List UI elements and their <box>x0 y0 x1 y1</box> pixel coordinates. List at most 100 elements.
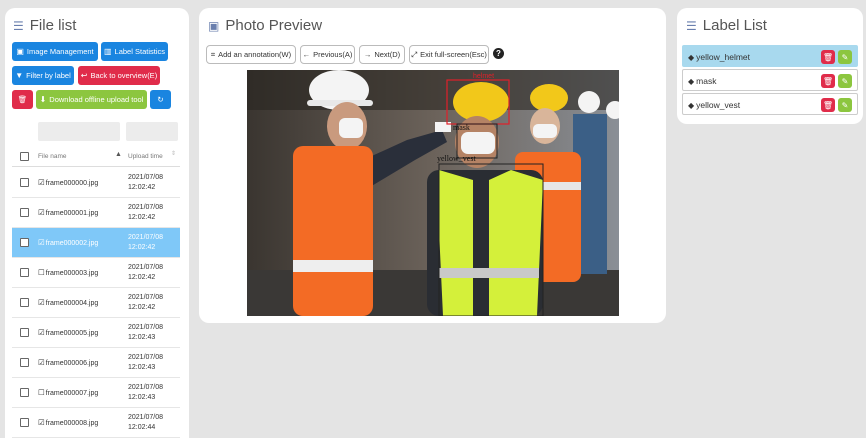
left-worker-vest <box>293 146 373 316</box>
unchecked-box-icon: ☐ <box>38 388 45 397</box>
row-checkbox[interactable] <box>20 208 29 217</box>
upload-clock-text: 12:02:42 <box>128 244 156 251</box>
back-to-overview-button[interactable]: ↩ Back to overview(E) <box>78 66 160 85</box>
file-name-cell: ☑frame000000.jpg <box>38 178 98 187</box>
upload-time-cell: 2021/07/08 12:02:42 <box>128 173 163 193</box>
upload-time-column-header[interactable]: Upload time <box>128 153 163 160</box>
label-statistics-label: Label Statistics <box>114 47 165 56</box>
refresh-icon: ↻ <box>157 95 164 104</box>
label-item[interactable]: ◆ yellow_helmet 🗑 ✎ <box>682 45 858 67</box>
delete-label-button[interactable]: 🗑 <box>821 74 835 88</box>
edit-label-button[interactable]: ✎ <box>838 50 852 64</box>
trash-icon: 🗑 <box>822 52 834 62</box>
delete-label-button[interactable]: 🗑 <box>821 98 835 112</box>
download-tool-label: Download offline upload tool <box>49 95 144 104</box>
row-checkbox[interactable] <box>20 388 29 397</box>
label-statistics-button[interactable]: ▥ Label Statistics <box>101 42 168 61</box>
edit-label-button[interactable]: ✎ <box>838 74 852 88</box>
exit-fullscreen-button[interactable]: ⤢ Exit full-screen(Esc) <box>409 45 489 64</box>
upload-date-text: 2021/07/08 <box>128 294 164 301</box>
label-item[interactable]: ◆ mask 🗑 ✎ <box>682 69 858 91</box>
center-worker-helmet <box>453 82 509 122</box>
help-icon[interactable]: ? <box>493 48 504 59</box>
row-checkbox[interactable] <box>20 178 29 187</box>
checked-box-icon: ☑ <box>38 328 45 337</box>
edit-label-button[interactable]: ✎ <box>838 98 852 112</box>
label-item[interactable]: ◆ yellow_vest 🗑 ✎ <box>682 93 858 115</box>
upload-time-cell: 2021/07/08 12:02:44 <box>128 413 163 433</box>
upload-clock-text: 12:02:42 <box>128 274 156 281</box>
pencil-icon: ✎ <box>841 76 849 86</box>
table-row[interactable]: ☑frame000008.jpg 2021/07/08 12:02:44 <box>12 408 180 438</box>
upload-clock-text: 12:02:42 <box>128 214 156 221</box>
mask-annotation-label: mask <box>453 123 470 132</box>
checked-box-icon: ☑ <box>38 418 45 427</box>
table-row[interactable]: ☑frame000002.jpg 2021/07/08 12:02:42 <box>12 228 180 258</box>
row-checkbox[interactable] <box>20 358 29 367</box>
tag-icon: ◆ <box>688 77 695 86</box>
previous-button[interactable]: ← Previous(A) <box>300 45 355 64</box>
table-row[interactable]: ☑frame000004.jpg 2021/07/08 12:02:42 <box>12 288 180 318</box>
upload-time-cell: 2021/07/08 12:02:43 <box>128 353 163 373</box>
table-row[interactable]: ☑frame000006.jpg 2021/07/08 12:02:43 <box>12 348 180 378</box>
sort-icon[interactable]: ⇕ <box>171 150 176 157</box>
vest-annotation-label: yellow_vest <box>437 154 476 163</box>
row-checkbox[interactable] <box>20 418 29 427</box>
add-annotation-button[interactable]: ⌗ Add an annotation(W) <box>206 45 296 64</box>
filter-by-label-button[interactable]: ▼ Filter by label <box>12 66 74 85</box>
checked-box-icon: ☑ <box>38 208 45 217</box>
crop-icon: ⌗ <box>210 49 216 59</box>
upload-clock-text: 12:02:44 <box>128 424 156 431</box>
pencil-icon: ✎ <box>841 100 849 110</box>
table-row[interactable]: ☐frame000003.jpg 2021/07/08 12:02:42 <box>12 258 180 288</box>
photo-canvas[interactable]: helmet mask yellow_vest <box>247 70 619 316</box>
delete-button[interactable]: 🗑 <box>12 90 33 109</box>
row-checkbox[interactable] <box>20 298 29 307</box>
file-name-cell: ☑frame000001.jpg <box>38 208 98 217</box>
upload-date-text: 2021/07/08 <box>128 354 164 361</box>
table-row[interactable]: ☐frame000007.jpg 2021/07/08 12:02:43 <box>12 378 180 408</box>
file-table-header: File name ▲ Upload time ⇕ <box>12 146 180 167</box>
file-name-text: frame000005.jpg <box>45 330 99 337</box>
trash-icon: 🗑 <box>17 95 28 104</box>
checked-box-icon: ☑ <box>38 238 45 247</box>
upload-clock-text: 12:02:42 <box>128 304 156 311</box>
download-icon: ⬇ <box>39 95 47 104</box>
filter-icon: ▼ <box>15 71 24 80</box>
row-checkbox[interactable] <box>20 268 29 277</box>
list-icon: ☰ <box>686 18 697 33</box>
file-name-text: frame000004.jpg <box>45 300 99 307</box>
table-row[interactable]: ☑frame000005.jpg 2021/07/08 12:02:43 <box>12 318 180 348</box>
previous-label: Previous(A) <box>313 50 353 59</box>
file-name-column-header[interactable]: File name <box>38 153 67 160</box>
image-management-button[interactable]: ▣ Image Management <box>12 42 98 61</box>
label-item-text: ◆ yellow_vest <box>688 100 740 110</box>
file-name-text: frame000007.jpg <box>45 390 99 397</box>
center-worker-yellow-vest <box>439 170 543 316</box>
upload-time-filter[interactable] <box>126 122 178 141</box>
trash-icon: 🗑 <box>822 76 834 86</box>
delete-label-button[interactable]: 🗑 <box>821 50 835 64</box>
upload-date-text: 2021/07/08 <box>128 264 164 271</box>
table-row[interactable]: ☑frame000000.jpg 2021/07/08 12:02:42 <box>12 168 180 198</box>
table-row[interactable]: ☑frame000001.jpg 2021/07/08 12:02:42 <box>12 198 180 228</box>
right-worker-helmet <box>530 84 568 112</box>
select-all-checkbox[interactable] <box>20 152 29 161</box>
row-checkbox[interactable] <box>20 238 29 247</box>
row-checkbox[interactable] <box>20 328 29 337</box>
tag-icon: ◆ <box>688 101 695 110</box>
next-button[interactable]: → Next(D) <box>359 45 405 64</box>
upload-time-cell: 2021/07/08 12:02:42 <box>128 293 163 313</box>
label-list-title-text: Label List <box>702 17 767 34</box>
vest-reflective-stripe <box>293 260 373 272</box>
refresh-button[interactable]: ↻ <box>150 90 171 109</box>
label-item-text: ◆ mask <box>688 76 716 86</box>
file-name-cell: ☐frame000007.jpg <box>38 388 98 397</box>
download-tool-button[interactable]: ⬇ Download offline upload tool <box>36 90 147 109</box>
arrow-left-icon: ← <box>302 50 311 59</box>
sort-icon[interactable]: ▲ <box>115 151 122 158</box>
arrow-right-icon: → <box>363 50 372 59</box>
file-name-filter[interactable] <box>38 122 120 141</box>
photo-preview-title: ▣ Photo Preview <box>208 17 322 34</box>
file-name-cell: ☐frame000003.jpg <box>38 268 98 277</box>
